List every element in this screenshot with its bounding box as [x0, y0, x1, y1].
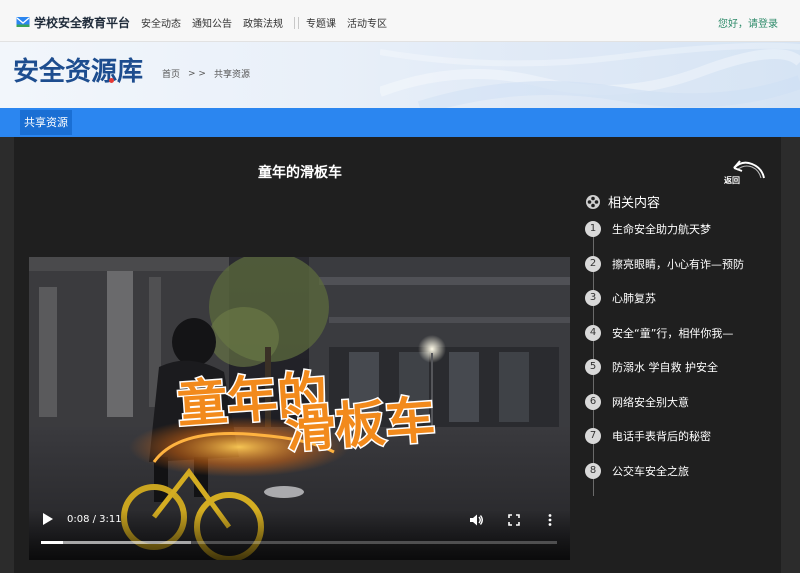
top-nav-bar: 学校安全教育平台 安全动态 通知公告 政策法规 专题课 活动专区 您好，请登录	[0, 0, 800, 42]
video-time: 0:08 / 3:11	[67, 514, 122, 525]
nav-item-safety-news[interactable]: 安全动态	[141, 15, 181, 30]
breadcrumb-separator: > >	[188, 68, 206, 79]
fullscreen-icon[interactable]	[507, 513, 521, 527]
related-item-label: 擦亮眼睛，小心有诈—预防	[612, 258, 744, 271]
site-logo[interactable]: 学校安全教育平台	[16, 13, 130, 31]
film-reel-icon	[586, 194, 600, 209]
breadcrumb-home[interactable]: 首页	[162, 67, 180, 80]
video-player[interactable]: 童年的 滑板车 0:08 / 3:11	[29, 257, 570, 560]
related-item-label: 网络安全别大意	[612, 396, 689, 409]
banner-decoration	[380, 42, 800, 108]
related-item[interactable]: 7 电话手表背后的秘密	[585, 427, 711, 445]
title-red-dot	[109, 78, 114, 83]
site-title: 安全资源库	[13, 57, 144, 87]
related-item-label: 防溺水 学自救 护安全	[612, 361, 718, 374]
nav-item-activities[interactable]: 活动专区	[347, 15, 387, 30]
back-label: 返回	[724, 176, 740, 185]
related-item-number: 5	[585, 359, 601, 375]
video-overlay-line2: 滑板车	[283, 391, 437, 459]
nav-divider	[294, 16, 295, 29]
breadcrumb: 首页 > > 共享资源	[162, 67, 258, 81]
play-icon[interactable]	[42, 512, 54, 526]
video-played-bar	[41, 541, 63, 544]
video-buffered-bar	[41, 541, 191, 544]
related-item-label: 安全“童”行，相伴你我—	[612, 327, 734, 340]
nav-item-policies[interactable]: 政策法规	[243, 15, 283, 30]
related-item-number: 6	[585, 394, 601, 410]
related-item[interactable]: 5 防溺水 学自救 护安全	[585, 358, 718, 376]
related-item-number: 8	[585, 463, 601, 479]
video-progress-bar[interactable]	[41, 541, 557, 544]
related-title: 相关内容	[608, 196, 661, 211]
nav-divider	[298, 16, 299, 29]
tab-shared-resources[interactable]: 共享资源	[20, 110, 72, 135]
related-item[interactable]: 1 生命安全助力航天梦	[585, 220, 711, 238]
logo-text: 学校安全教育平台	[34, 15, 131, 30]
related-item[interactable]: 2 擦亮眼睛，小心有诈—预防	[585, 255, 744, 273]
related-item[interactable]: 6 网络安全别大意	[585, 393, 689, 411]
nav-item-notices[interactable]: 通知公告	[192, 15, 232, 30]
related-item-label: 电话手表背后的秘密	[612, 430, 711, 443]
section-tab-bar: 共享资源	[0, 108, 800, 137]
related-item-label: 生命安全助力航天梦	[612, 223, 711, 236]
related-item[interactable]: 4 安全“童”行，相伴你我—	[585, 324, 733, 342]
video-title: 童年的滑板车	[258, 165, 342, 181]
login-link[interactable]: 您好，请登录	[718, 15, 778, 30]
related-item-label: 公交车安全之旅	[612, 465, 689, 478]
related-item-number: 7	[585, 428, 601, 444]
related-item[interactable]: 8 公交车安全之旅	[585, 462, 689, 480]
related-item-number: 2	[585, 256, 601, 272]
back-button[interactable]: 返回	[724, 158, 768, 186]
related-item-number: 4	[585, 325, 601, 341]
breadcrumb-current: 共享资源	[213, 70, 250, 80]
main-nav: 安全动态 通知公告 政策法规 专题课 活动专区	[141, 15, 398, 30]
more-options-icon[interactable]	[543, 513, 557, 527]
nav-item-topic-course[interactable]: 专题课	[306, 15, 336, 30]
related-header: 相关内容	[585, 192, 660, 211]
envelope-logo-icon	[16, 17, 30, 27]
related-item-number: 1	[585, 221, 601, 237]
banner: 安全资源库 首页 > > 共享资源	[0, 42, 800, 108]
volume-icon[interactable]	[469, 513, 483, 527]
related-item[interactable]: 3 心肺复苏	[585, 289, 656, 307]
related-item-number: 3	[585, 290, 601, 306]
related-item-label: 心肺复苏	[612, 292, 656, 305]
